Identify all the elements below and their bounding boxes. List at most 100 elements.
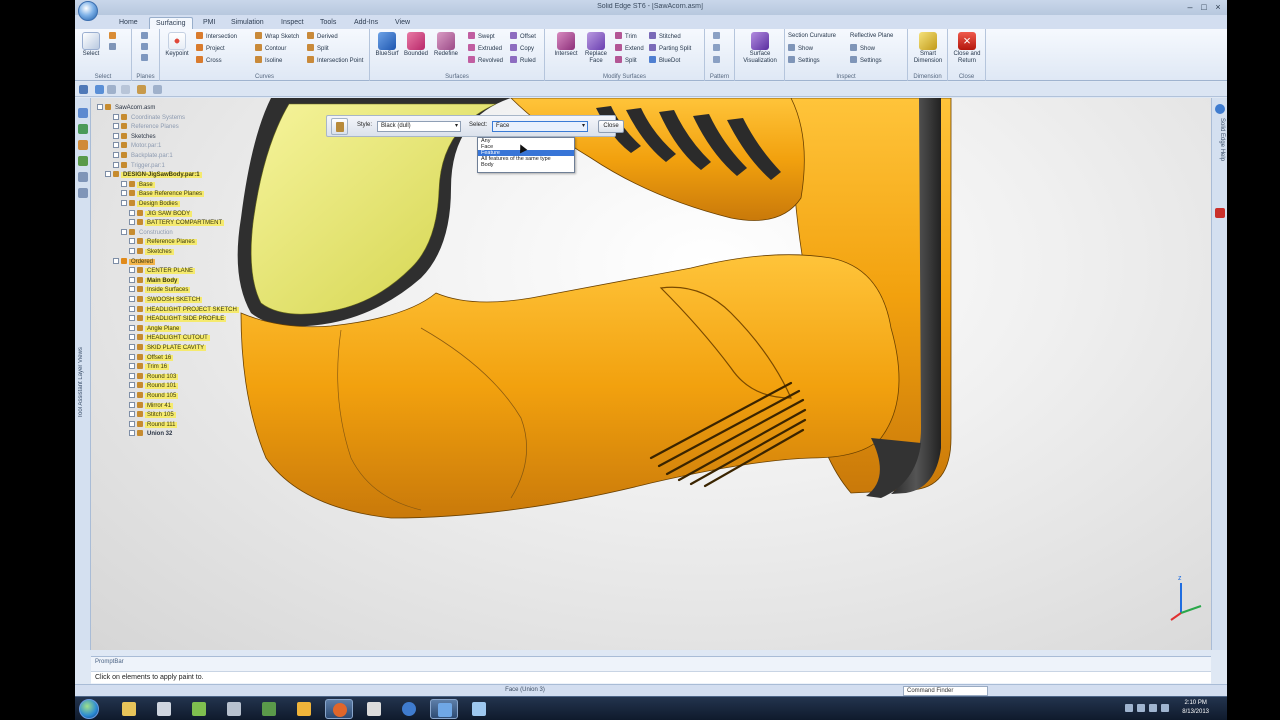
cross-button[interactable]: Cross (196, 56, 222, 65)
tree-item[interactable]: Round 111 (129, 420, 178, 429)
tree-checkbox[interactable] (129, 344, 135, 350)
paint-options-icon[interactable] (331, 118, 348, 135)
select-option-1[interactable] (109, 32, 119, 41)
tree-checkbox[interactable] (121, 180, 127, 187)
smart-dimension-button[interactable]: Smart Dimension (910, 32, 946, 65)
extend-button[interactable]: Extend (615, 44, 644, 53)
surface-visualization-button[interactable]: Surface Visualization (737, 32, 783, 65)
tree-item[interactable]: Base (121, 180, 155, 189)
tree-item[interactable]: Stitch 105 (129, 411, 176, 419)
tree-checkbox[interactable] (129, 363, 135, 370)
tab-add-ins[interactable]: Add-Ins (348, 17, 384, 29)
taskbar-app-6[interactable] (290, 699, 318, 719)
pattern-button-1[interactable] (713, 32, 723, 41)
tree-checkbox[interactable] (129, 430, 135, 437)
tree-checkbox[interactable] (97, 104, 103, 110)
right-panel-tab-label[interactable]: Solid Edge Help (1215, 118, 1225, 208)
tree-item[interactable]: Reference Planes (129, 238, 197, 246)
close-and-return-button[interactable]: × Close and Return (950, 32, 984, 65)
tab-home[interactable]: Home (113, 17, 144, 29)
tree-checkbox[interactable] (113, 152, 119, 158)
select-button[interactable]: Select (79, 32, 103, 58)
split-curve-button[interactable]: Split (307, 44, 329, 53)
curvature-show-button[interactable]: Show (788, 44, 813, 53)
taskbar-app-5[interactable] (255, 699, 283, 719)
plane-tool-1[interactable] (141, 32, 151, 41)
tree-checkbox[interactable] (129, 209, 135, 216)
tree-item[interactable]: Ordered (113, 257, 156, 266)
redefine-button[interactable]: Redefine (432, 32, 460, 58)
contour-button[interactable]: Contour (255, 44, 286, 53)
tree-checkbox[interactable] (129, 305, 135, 312)
tray-icon[interactable] (1125, 704, 1133, 712)
tree-checkbox[interactable] (129, 334, 135, 341)
bluesurf-button[interactable]: BlueSurf (374, 32, 400, 58)
tree-item[interactable]: Design Bodies (121, 200, 180, 208)
left-panel-tab-label[interactable]: Tool Assistant Layer Views (78, 298, 88, 418)
customize-icon[interactable] (121, 85, 130, 94)
tree-item[interactable]: Angle Plane (129, 324, 182, 333)
paint-close-button[interactable]: Close (598, 120, 624, 133)
tree-checkbox[interactable] (129, 324, 135, 331)
taskbar-clock[interactable]: 2:10 PM 8/13/2013 (1182, 699, 1209, 717)
tab-tools[interactable]: Tools (314, 17, 342, 29)
tree-checkbox[interactable] (129, 248, 135, 254)
tree-item[interactable]: SWOOSH SKETCH (129, 296, 203, 304)
application-button[interactable] (78, 1, 98, 21)
taskbar-explorer[interactable] (115, 699, 143, 719)
tree-item[interactable]: CENTER PLANE (129, 267, 196, 275)
tree-checkbox[interactable] (129, 286, 135, 293)
paint-icon[interactable] (137, 85, 146, 94)
copy-button[interactable]: Copy (510, 44, 534, 53)
tree-item[interactable]: Sketches (129, 248, 174, 256)
tree-item[interactable]: HEADLIGHT CUTOUT (129, 334, 210, 342)
tree-item[interactable]: Main Body (129, 276, 180, 285)
tree-item[interactable]: DESIGN-JigSawBody.par:1 (105, 171, 202, 179)
plane-tool-2[interactable] (141, 43, 151, 52)
tree-item[interactable]: Coordinate Systems (113, 113, 187, 122)
tree-checkbox[interactable] (129, 353, 135, 360)
curvature-settings-button[interactable]: Settings (788, 56, 820, 65)
tree-checkbox[interactable] (121, 228, 127, 235)
tree-item[interactable]: Base Reference Planes (121, 190, 205, 198)
intersection-button[interactable]: Intersection (196, 32, 237, 41)
taskbar-app-4[interactable] (220, 699, 248, 719)
tree-item[interactable]: Union 32 (129, 430, 174, 438)
layers-icon[interactable] (78, 140, 88, 150)
taskbar-media[interactable] (360, 699, 388, 719)
taskbar-app-3[interactable] (185, 699, 213, 719)
tree-item[interactable]: Offset 16 (129, 353, 174, 362)
tree-checkbox[interactable] (129, 276, 135, 283)
pattern-button-3[interactable] (713, 56, 723, 65)
tree-checkbox[interactable] (113, 132, 119, 139)
views-icon[interactable] (78, 156, 88, 166)
reflective-settings-button[interactable]: Settings (850, 56, 882, 65)
tree-checkbox[interactable] (129, 411, 135, 418)
command-finder-input[interactable]: Command Finder (903, 686, 988, 696)
taskbar-app-11[interactable] (465, 699, 493, 719)
tree-checkbox[interactable] (129, 372, 135, 379)
select-option-2[interactable] (109, 43, 119, 52)
extruded-button[interactable]: Extruded (468, 44, 502, 53)
close-window-button[interactable]: × (1212, 3, 1224, 12)
tray-icon[interactable] (1137, 704, 1145, 712)
tree-checkbox[interactable] (121, 190, 127, 197)
tab-view[interactable]: View (389, 17, 416, 29)
variables-icon[interactable] (78, 188, 88, 198)
save-icon[interactable] (79, 85, 88, 94)
isoline-button[interactable]: Isoline (255, 56, 282, 65)
tree-item[interactable]: HEADLIGHT SIDE PROFILE (129, 315, 227, 323)
youtube-icon[interactable] (1215, 208, 1225, 218)
tree-item[interactable]: Reference Planes (113, 123, 181, 131)
parting-split-button[interactable]: Parting Split (649, 44, 691, 53)
taskbar-solid-edge[interactable] (430, 699, 458, 719)
tree-item[interactable]: Round 101 (129, 382, 179, 390)
tree-checkbox[interactable] (129, 420, 135, 427)
style-dropdown[interactable]: Black (dull) ▾ (377, 121, 461, 132)
select-dropdown[interactable]: Face ▾ (492, 121, 588, 132)
wrap-sketch-button[interactable]: Wrap Sketch (255, 32, 299, 41)
tree-checkbox[interactable] (129, 382, 135, 389)
view-orientation-triad[interactable]: z (1156, 568, 1206, 628)
tree-item[interactable]: Sketches (113, 132, 158, 141)
intersection-point-button[interactable]: Intersection Point (307, 56, 363, 65)
